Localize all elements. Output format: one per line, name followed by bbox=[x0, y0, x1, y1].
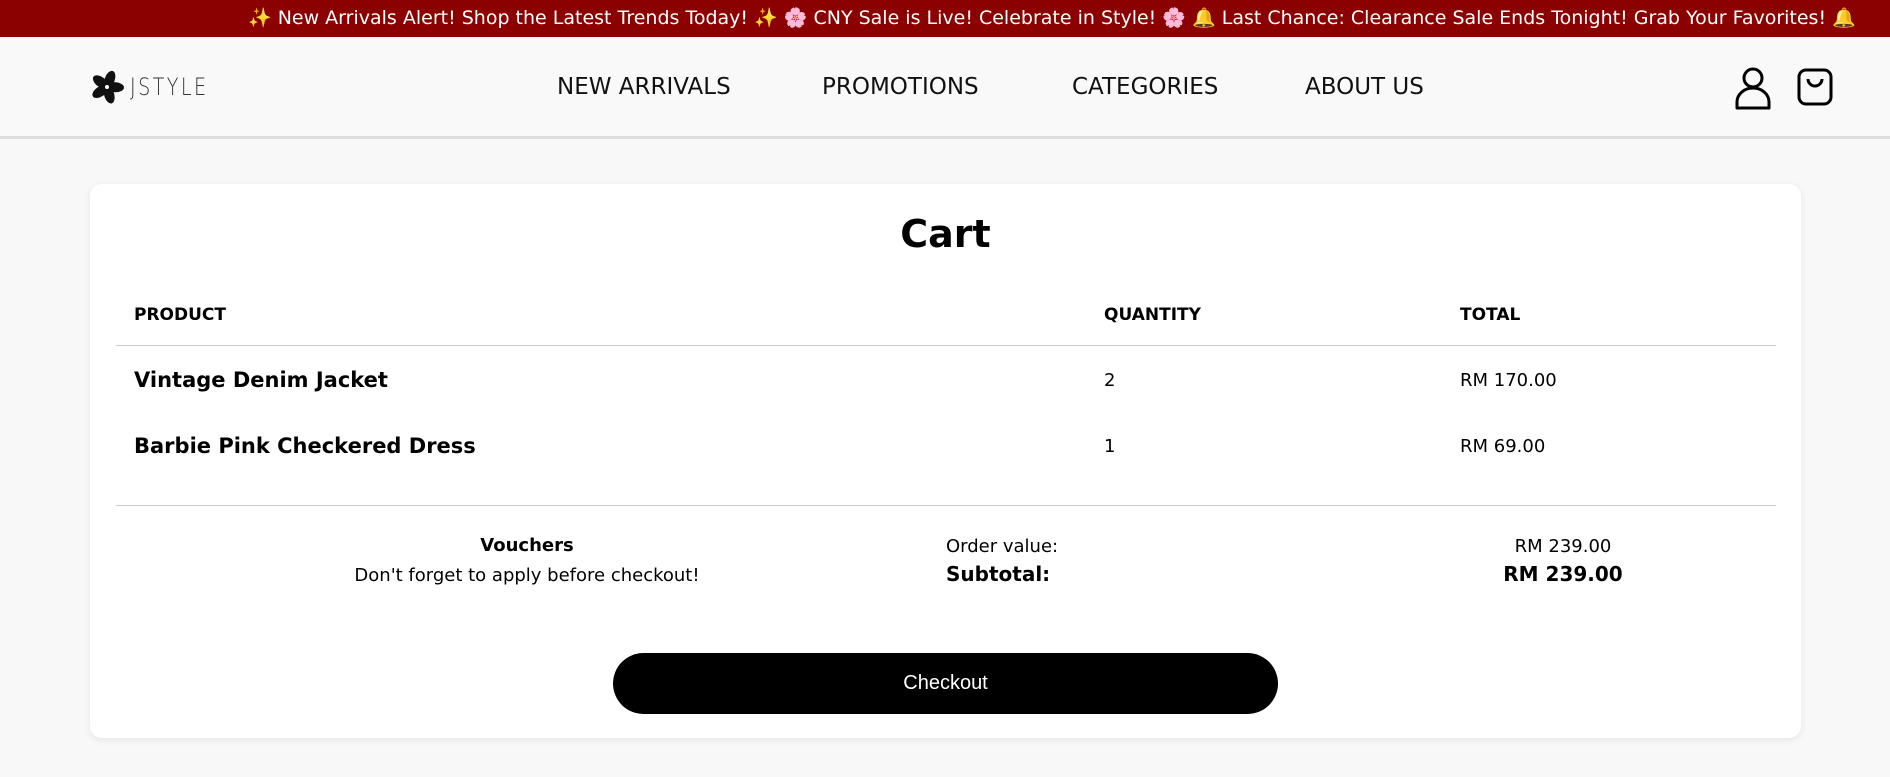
page-title: Cart bbox=[900, 212, 991, 256]
vouchers-title[interactable]: Vouchers bbox=[480, 535, 573, 556]
checkout-button[interactable]: Checkout bbox=[613, 653, 1278, 714]
subtotal-value: RM 239.00 bbox=[1503, 562, 1623, 586]
cart-card: Cart PRODUCT QUANTITY TOTAL Vintage Deni… bbox=[90, 184, 1801, 738]
col-product: PRODUCT bbox=[134, 305, 226, 325]
flower-logo-icon bbox=[92, 70, 124, 104]
subtotal-label: Subtotal: bbox=[946, 562, 1051, 586]
item-total: RM 170.00 bbox=[1460, 370, 1557, 391]
banner-text: ✨ New Arrivals Alert! Shop the Latest Tr… bbox=[248, 7, 1856, 29]
product-name[interactable]: Vintage Denim Jacket bbox=[134, 368, 388, 392]
nav-about-us[interactable]: ABOUT US bbox=[1305, 74, 1424, 100]
nav-categories[interactable]: CATEGORIES bbox=[1072, 74, 1218, 100]
item-total: RM 69.00 bbox=[1460, 436, 1546, 457]
site-header: JSTYLE NEW ARRIVALS PROMOTIONS CATEGORIE… bbox=[0, 37, 1890, 139]
shopping-bag-icon[interactable] bbox=[1797, 68, 1833, 106]
order-value-label: Order value: bbox=[946, 536, 1059, 557]
quantity: 1 bbox=[1104, 436, 1116, 457]
divider bbox=[116, 505, 1776, 506]
col-total: TOTAL bbox=[1460, 305, 1521, 325]
vouchers-note: Don't forget to apply before checkout! bbox=[354, 565, 700, 586]
announcement-banner: ✨ New Arrivals Alert! Shop the Latest Tr… bbox=[0, 0, 1890, 37]
divider bbox=[116, 345, 1776, 346]
product-name[interactable]: Barbie Pink Checkered Dress bbox=[134, 434, 476, 458]
col-quantity: QUANTITY bbox=[1104, 305, 1201, 325]
logo[interactable]: JSTYLE bbox=[90, 70, 228, 104]
nav-promotions[interactable]: PROMOTIONS bbox=[822, 74, 979, 100]
logo-text: JSTYLE bbox=[130, 73, 209, 101]
user-icon[interactable] bbox=[1734, 66, 1772, 110]
quantity: 2 bbox=[1104, 370, 1116, 391]
order-value: RM 239.00 bbox=[1514, 536, 1612, 557]
nav-new-arrivals[interactable]: NEW ARRIVALS bbox=[557, 74, 731, 100]
